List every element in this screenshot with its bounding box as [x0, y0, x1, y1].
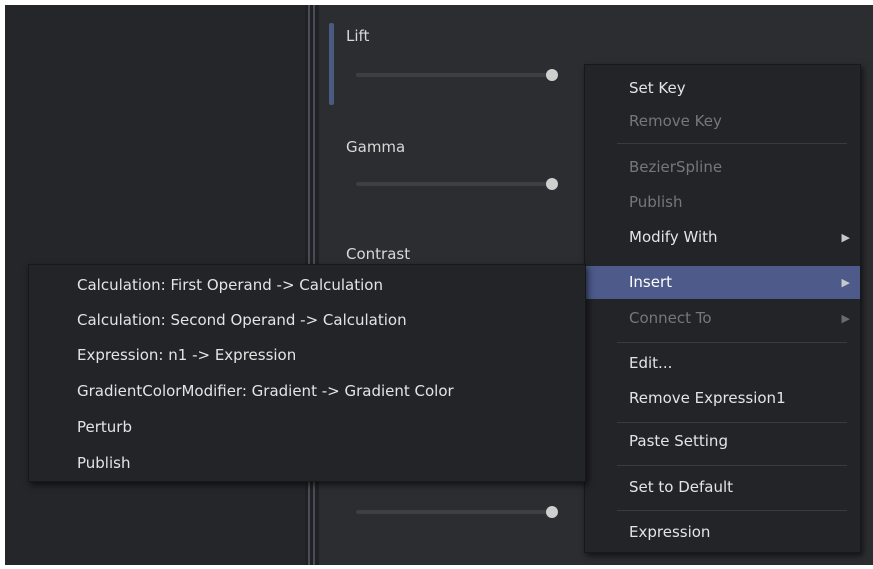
- menu-item-expression[interactable]: Expression: [585, 516, 860, 549]
- menu-item-publish[interactable]: Publish: [585, 186, 860, 219]
- menu-item-remove-key[interactable]: Remove Key: [585, 105, 860, 138]
- submenu-arrow-icon: ▶: [841, 276, 850, 289]
- menu-item-remove-expression[interactable]: Remove Expression1: [585, 382, 860, 415]
- menu-item-insert[interactable]: Insert ▶: [585, 266, 860, 299]
- lift-label: Lift: [346, 27, 370, 45]
- menu-separator: [617, 342, 847, 343]
- menu-separator: [617, 143, 847, 144]
- slider[interactable]: [356, 510, 556, 514]
- slider-thumb[interactable]: [546, 506, 558, 518]
- gamma-slider-thumb[interactable]: [546, 178, 558, 190]
- selection-indicator: [329, 23, 334, 105]
- submenu-arrow-icon: ▶: [841, 231, 850, 244]
- submenu-arrow-icon: ▶: [841, 312, 850, 325]
- submenu-item-perturb[interactable]: Perturb: [29, 409, 585, 445]
- menu-item-connect-to[interactable]: Connect To ▶: [585, 302, 860, 335]
- menu-separator: [617, 422, 847, 423]
- menu-item-bezierspline[interactable]: BezierSpline: [585, 151, 860, 184]
- menu-item-modify-with[interactable]: Modify With ▶: [585, 221, 860, 254]
- submenu-item-calculation-second-operand[interactable]: Calculation: Second Operand -> Calculati…: [29, 302, 585, 338]
- submenu-item-gradient-color[interactable]: GradientColorModifier: Gradient -> Gradi…: [29, 373, 585, 409]
- gamma-label: Gamma: [346, 138, 406, 156]
- menu-item-paste-setting[interactable]: Paste Setting: [585, 425, 860, 458]
- gamma-slider[interactable]: [356, 182, 556, 186]
- context-menu: Set Key Remove Key BezierSpline Publish …: [584, 64, 861, 553]
- submenu-item-publish[interactable]: Publish: [29, 445, 585, 481]
- lift-slider[interactable]: [356, 73, 556, 77]
- menu-item-set-to-default[interactable]: Set to Default: [585, 471, 860, 504]
- lift-slider-thumb[interactable]: [546, 69, 558, 81]
- menu-separator: [617, 510, 847, 511]
- insert-submenu: Calculation: First Operand -> Calculatio…: [28, 264, 586, 482]
- contrast-label: Contrast: [346, 245, 411, 263]
- menu-item-edit[interactable]: Edit...: [585, 347, 860, 380]
- menu-item-set-key[interactable]: Set Key: [585, 72, 860, 105]
- submenu-item-expression[interactable]: Expression: n1 -> Expression: [29, 337, 585, 373]
- menu-separator: [617, 465, 847, 466]
- submenu-item-calculation-first-operand[interactable]: Calculation: First Operand -> Calculatio…: [29, 267, 585, 303]
